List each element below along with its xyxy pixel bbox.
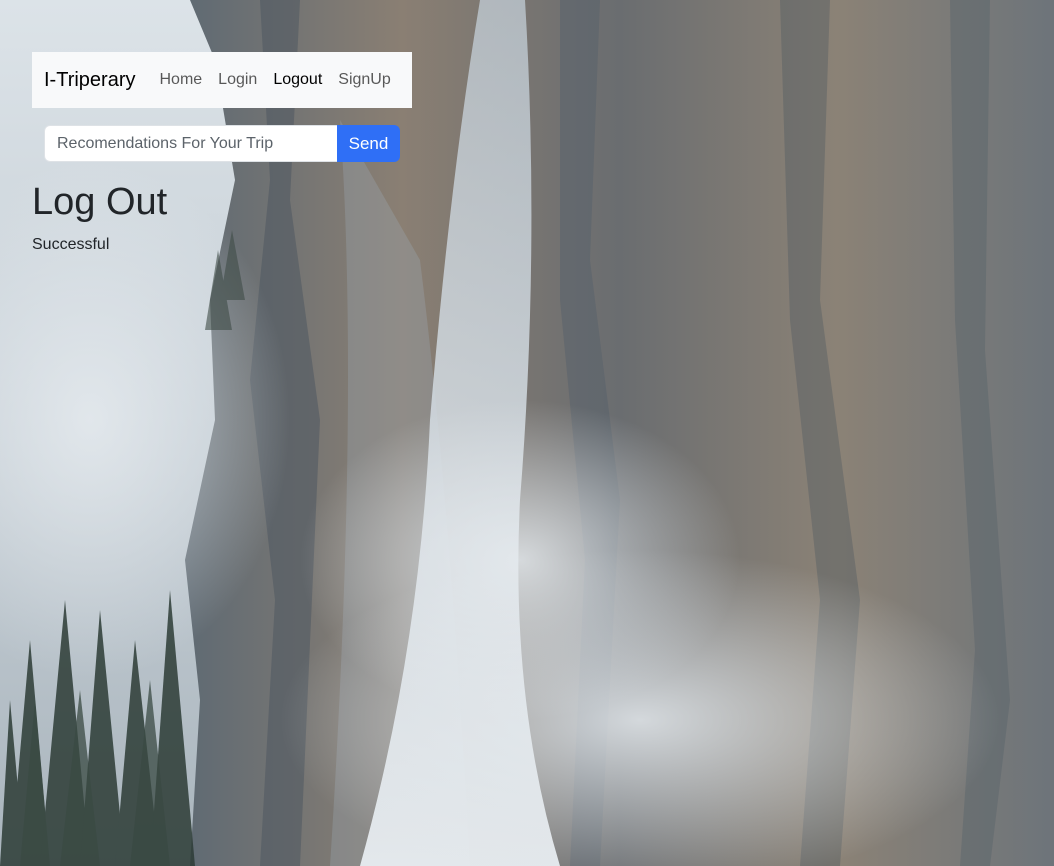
recommendation-input[interactable] <box>44 125 337 162</box>
page-title: Log Out <box>32 181 168 223</box>
nav-link-signup[interactable]: SignUp <box>338 71 390 89</box>
send-button[interactable]: Send <box>337 125 400 162</box>
recommendation-form: Send <box>44 125 400 162</box>
navbar: I-Triperary Home Login Logout SignUp <box>32 52 412 108</box>
nav-link-home[interactable]: Home <box>159 71 202 89</box>
page-root: I-Triperary Home Login Logout SignUp Sen… <box>0 0 1054 866</box>
nav-links: Home Login Logout SignUp <box>159 71 406 89</box>
nav-link-logout[interactable]: Logout <box>273 71 322 89</box>
brand-logo[interactable]: I-Triperary <box>44 69 135 92</box>
status-message: Successful <box>32 235 110 253</box>
nav-link-login[interactable]: Login <box>218 71 257 89</box>
main-content: I-Triperary Home Login Logout SignUp Sen… <box>32 52 1022 254</box>
